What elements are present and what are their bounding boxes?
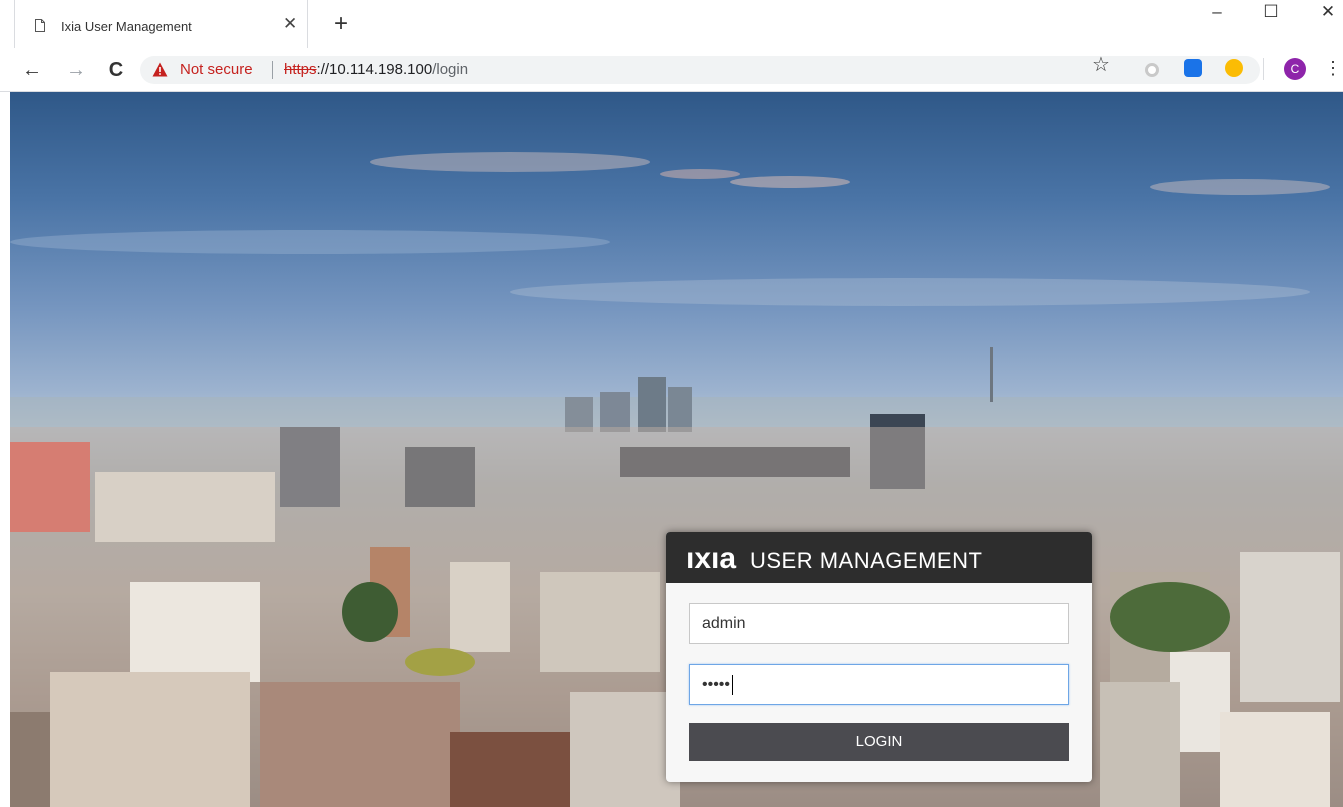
login-card-header: ıxıa USER MANAGEMENT — [666, 532, 1092, 583]
browser-tab[interactable]: Ixia User Management ✕ — [14, 0, 308, 48]
app-title: USER MANAGEMENT — [750, 548, 983, 573]
tab-title: Ixia User Management — [61, 19, 192, 34]
back-button[interactable]: ← — [18, 56, 46, 84]
close-window-button[interactable]: ✕ — [1313, 0, 1343, 24]
tab-close-icon[interactable]: ✕ — [283, 14, 297, 34]
profile-avatar[interactable]: C — [1284, 58, 1306, 80]
maximize-button[interactable]: ☐ — [1256, 0, 1286, 24]
reload-button[interactable]: C — [102, 56, 130, 84]
password-input[interactable]: ••••• — [689, 664, 1069, 705]
browser-toolbar: ← → C Not secure https://10.114.198.100/… — [0, 48, 1343, 92]
page-icon — [35, 19, 45, 32]
toolbar-divider — [1263, 58, 1264, 80]
background-cityscape: ıxıa USER MANAGEMENT admin ••••• LOGIN — [10, 92, 1343, 807]
url-path: /login — [432, 61, 469, 78]
not-secure-label[interactable]: Not secure — [180, 61, 253, 78]
omnibox-divider — [272, 61, 273, 79]
username-input[interactable]: admin — [689, 603, 1069, 644]
text-caret — [732, 674, 734, 695]
login-card: ıxıa USER MANAGEMENT admin ••••• LOGIN — [666, 532, 1092, 782]
warning-icon — [152, 62, 168, 77]
url-text[interactable]: https://10.114.198.100/login — [284, 61, 468, 78]
url-host: ://10.114.198.100 — [316, 61, 433, 78]
password-value: ••••• — [702, 676, 731, 693]
extension-circle-icon[interactable] — [1145, 63, 1159, 77]
ixia-logo: ıxıa — [686, 542, 737, 575]
extension-moon-icon[interactable] — [1225, 59, 1243, 77]
login-button[interactable]: LOGIN — [689, 723, 1069, 761]
url-scheme: https — [284, 61, 317, 78]
forward-button[interactable]: → — [62, 56, 90, 84]
extension-translate-icon[interactable] — [1184, 59, 1202, 77]
new-tab-button[interactable]: + — [329, 12, 353, 36]
minimize-button[interactable]: – — [1202, 0, 1232, 24]
username-value: admin — [702, 615, 746, 632]
bookmark-star-icon[interactable]: ☆ — [1092, 52, 1110, 77]
browser-menu-icon[interactable]: ⋮ — [1324, 56, 1342, 80]
tab-strip: Ixia User Management ✕ + – ☐ ✕ — [0, 0, 1343, 48]
